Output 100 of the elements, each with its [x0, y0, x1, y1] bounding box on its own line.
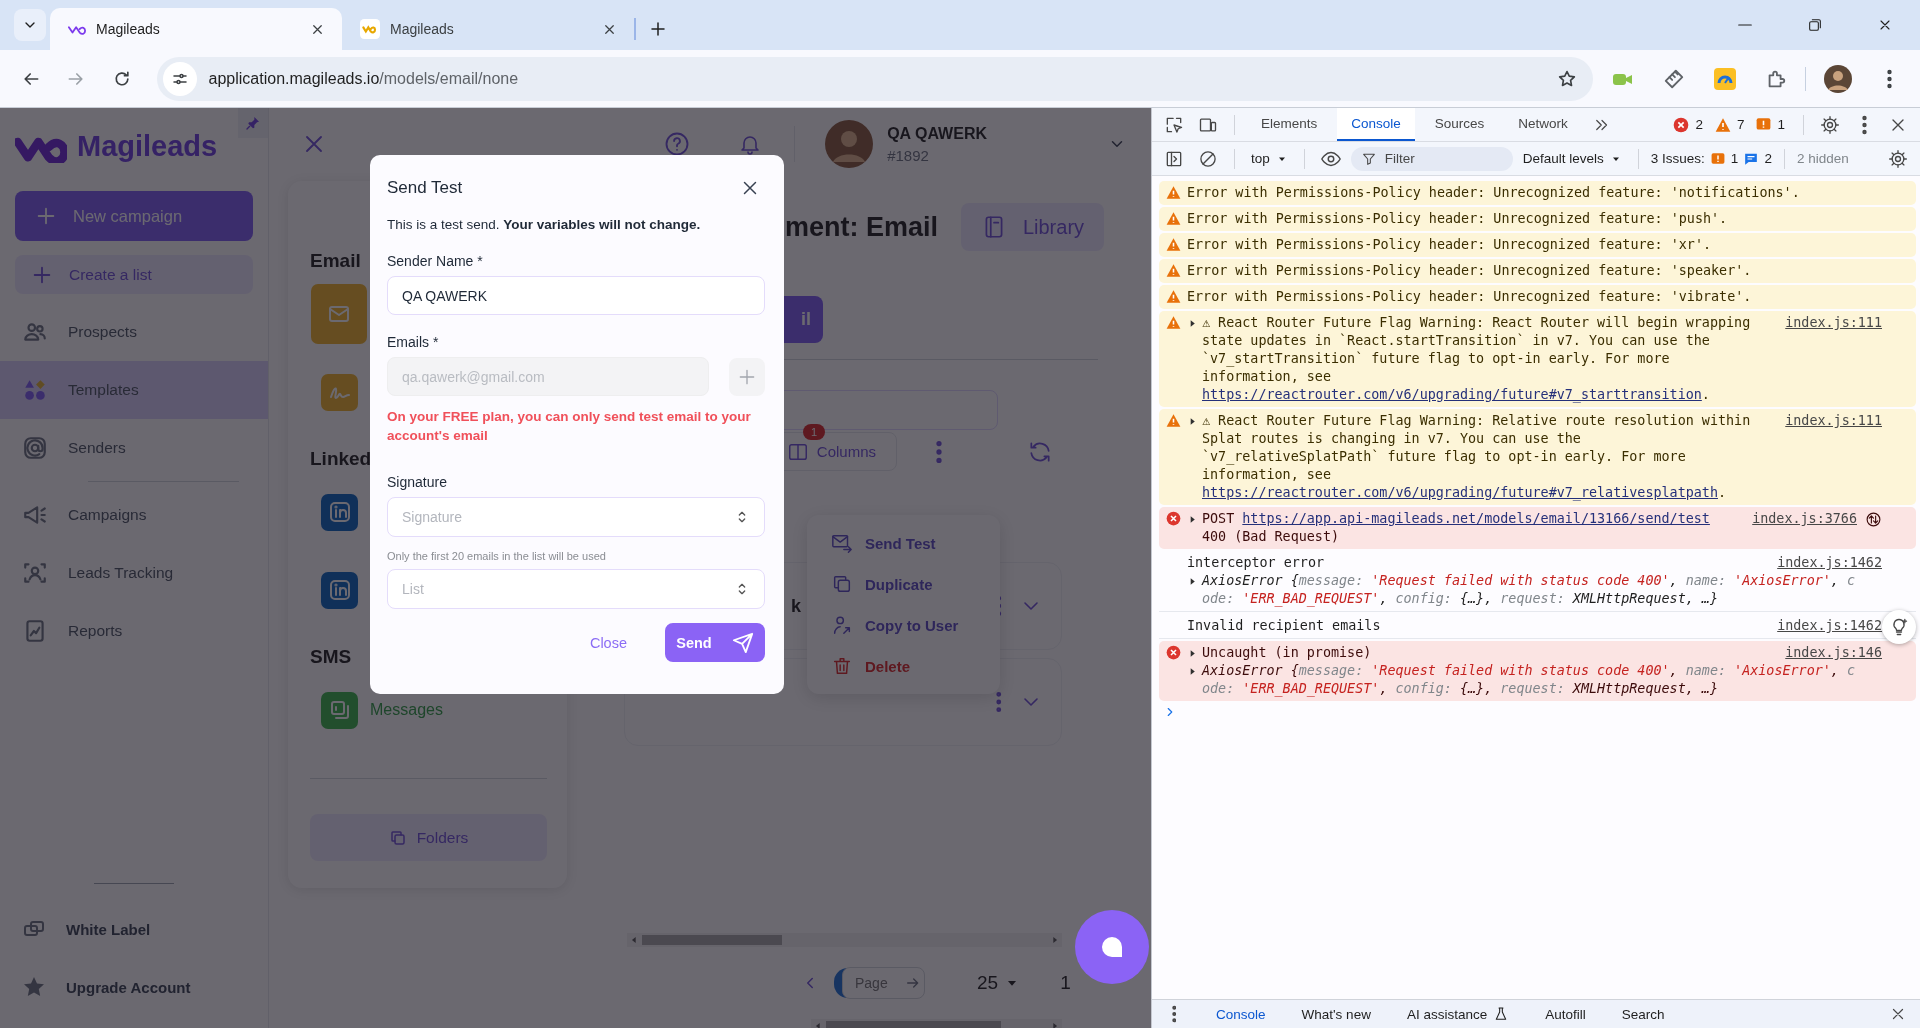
ruler-icon[interactable] — [1663, 67, 1686, 90]
console-link[interactable]: https://app.api-magileads.net/models/email/13166/send/test — [1242, 511, 1710, 526]
devtools-tab[interactable]: Elements — [1247, 108, 1332, 141]
page-title: ment: Email — [785, 211, 939, 243]
template-type-tile[interactable] — [321, 571, 358, 609]
source-link[interactable]: index.js:111 — [1785, 314, 1882, 332]
profile-avatar[interactable] — [1824, 64, 1853, 93]
tab-search-button[interactable] — [14, 9, 46, 41]
kebab-icon — [1171, 1005, 1177, 1023]
plus-icon — [649, 20, 667, 38]
user-avatar — [825, 120, 874, 168]
warning-icon — [1165, 315, 1181, 330]
template-type-tile[interactable] — [311, 284, 367, 344]
template-type-tile[interactable] — [321, 373, 358, 411]
address-bar[interactable]: application.magileads.io/models/email/none — [156, 56, 1594, 101]
devtools-tab[interactable]: Sources — [1420, 108, 1499, 141]
source-link[interactable]: index.js:111 — [1785, 412, 1882, 430]
drawer-tab[interactable]: AI assistance — [1398, 1006, 1518, 1022]
folders-icon — [388, 828, 407, 847]
field-label: Emails * — [387, 333, 440, 351]
source-link[interactable]: index.js:146 — [1785, 644, 1882, 662]
console-message-text: ⚠ React Router Future Flag Warning: Relative route resolution within Splat routes is changing in v7. You can use the `v7_relativeSplatPath` future flag to opt-in early. For more information, see https://reactrouter.com/v6/upgrading/future#v7_relativesplatpath. — [1202, 412, 1752, 502]
plus-icon — [35, 205, 57, 227]
source-link[interactable]: index.js:1462 — [1777, 554, 1882, 572]
trash-icon — [831, 655, 853, 677]
hidden-count: 2 hidden — [1796, 151, 1849, 166]
warning-count[interactable]: 7 — [1736, 117, 1745, 132]
send-button[interactable]: Send — [665, 623, 765, 662]
browser-tab[interactable]: Magileads — [342, 8, 634, 50]
pin-icon — [245, 115, 261, 131]
at-sign-icon — [22, 435, 48, 461]
count-badge: 1 — [803, 424, 825, 440]
kebab-icon — [936, 439, 942, 464]
issue-icon — [1756, 117, 1772, 132]
error-icon — [1165, 645, 1181, 660]
person-frame-icon — [22, 560, 48, 586]
close-link-button[interactable]: Close — [589, 623, 627, 662]
object-preview[interactable]: AxiosError {message: 'Request failed with status code 400', name: 'AxiosError', code: 'ERR_BAD_REQUEST', config: {…}, request: XMLHttpRequest, …} — [1202, 662, 1864, 698]
field-label: Signature — [387, 473, 448, 491]
source-link[interactable]: index.js:3766 — [1752, 510, 1857, 528]
console-message-text: POST https://app.api-magileads.net/models/email/13166/send/test 400 (Bad Request) — [1202, 510, 1711, 546]
console-link[interactable]: https://reactrouter.com/v6/upgrading/future#v7_relativesplatpath — [1202, 485, 1718, 500]
section-title: SMS — [310, 645, 352, 669]
issue-count[interactable]: 1 — [1777, 117, 1785, 132]
console-message-text: Error with Permissions-Policy header: Unrecognized feature: 'xr'. — [1187, 236, 1713, 254]
star-icon — [22, 975, 46, 999]
clear-icon — [1198, 148, 1218, 169]
console-message-text: Uncaught (in promise) — [1202, 644, 1373, 662]
devtools-tab[interactable]: Network — [1504, 108, 1582, 141]
console-message-text: Error with Permissions-Policy header: Unrecognized feature: 'notifications'. — [1187, 184, 1801, 202]
linkedin-icon — [327, 578, 352, 602]
gauge-icon[interactable] — [1713, 66, 1738, 91]
browser-tab[interactable]: Magileads — [50, 8, 342, 50]
source-link[interactable]: index.js:1462 — [1777, 617, 1882, 635]
drawer-tab[interactable]: Autofill — [1537, 1006, 1594, 1022]
console-message-text: Error with Permissions-Policy header: Unrecognized feature: 'vibrate'. — [1187, 288, 1753, 306]
sender-name-field[interactable]: QA QAWERK — [387, 276, 765, 315]
console-message-text: Error with Permissions-Policy header: Unrecognized feature: 'push'. — [1187, 210, 1729, 228]
dialog-intro: This is a test send. Your variables will not change. — [387, 216, 702, 234]
warning-icon — [1165, 289, 1181, 304]
info-icon — [1744, 151, 1759, 166]
field-label: Sender Name * — [387, 252, 484, 270]
drawer-tab[interactable]: What's new — [1293, 1006, 1379, 1022]
context-select[interactable]: top — [1247, 151, 1292, 166]
user-name: QA QAWERK — [887, 124, 987, 143]
filter-field[interactable]: Filter — [1350, 146, 1513, 171]
issue-count[interactable]: 2 — [1764, 151, 1772, 166]
site-info-button[interactable] — [162, 61, 197, 96]
brand-name: Magileads — [77, 130, 218, 163]
ai-insights-button[interactable] — [1882, 610, 1916, 644]
horizontal-scrollbar[interactable] — [627, 933, 1062, 947]
console-message-text: Error with Permissions-Policy header: Unrecognized feature: 'speaker'. — [1187, 262, 1753, 280]
issue-count[interactable]: 1 — [1730, 151, 1739, 166]
user-share-icon — [831, 614, 853, 636]
shapes-icon — [22, 377, 48, 403]
warning-icon — [1165, 237, 1181, 252]
kebab-icon — [1861, 114, 1867, 135]
warning-icon — [1714, 116, 1731, 133]
warning-icon — [1165, 211, 1181, 226]
warning-icon — [1165, 263, 1181, 278]
settings-icon — [1820, 114, 1840, 135]
linkedin-icon — [327, 500, 352, 524]
bookmark-star-icon[interactable] — [1557, 68, 1578, 89]
console-link[interactable]: https://reactrouter.com/v6/upgrading/future#v7_starttransition — [1202, 387, 1702, 402]
devtools-tab[interactable]: Console — [1337, 108, 1415, 141]
dialog-title: Send Test — [387, 178, 464, 198]
error-count[interactable]: 2 — [1695, 117, 1703, 132]
template-name: k — [791, 595, 801, 617]
drawer-tab[interactable]: Search — [1613, 1006, 1673, 1022]
send-mail-icon — [831, 532, 853, 554]
drawer-tab[interactable]: Console — [1208, 1006, 1274, 1022]
object-preview[interactable]: AxiosError {message: 'Request failed with status code 400', name: 'AxiosError', code: 'ERR_BAD_REQUEST', config: {…}, request: XMLHttpRequest, …} — [1202, 572, 1864, 608]
network-icon[interactable] — [1865, 510, 1882, 528]
issues-label: 3 Issues: — [1650, 151, 1705, 166]
filter-input[interactable]: Filter — [1384, 151, 1495, 166]
template-type-tile[interactable] — [321, 691, 358, 729]
plan-warning: On your FREE plan, you can only send test email to your account's email — [387, 408, 752, 445]
levels-select[interactable]: Default levels — [1518, 151, 1626, 166]
console-message-text: interceptor error — [1187, 554, 1326, 572]
template-type-tile[interactable] — [321, 493, 358, 531]
